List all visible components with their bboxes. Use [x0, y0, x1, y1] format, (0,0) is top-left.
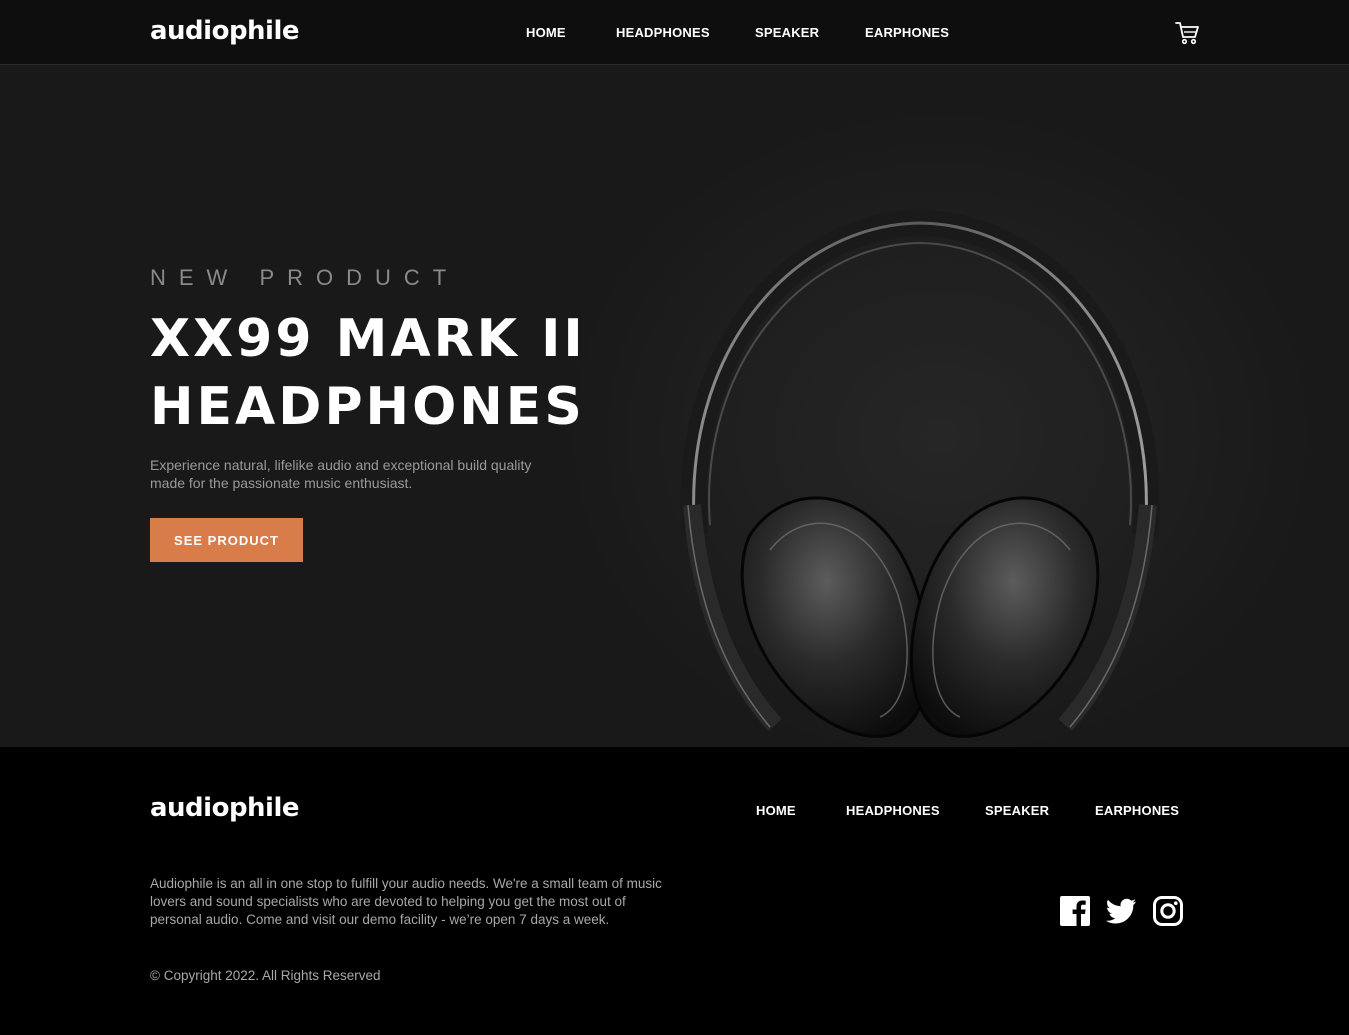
hero-description: Experience natural, lifelike audio and e…	[150, 457, 532, 491]
headphones-image	[680, 209, 1160, 738]
facebook-icon[interactable]	[1059, 895, 1091, 927]
instagram-icon[interactable]	[1152, 895, 1184, 927]
footer-nav-headphones[interactable]: HEADPHONES	[846, 804, 940, 817]
nav-home[interactable]: HOME	[526, 26, 566, 39]
see-product-button[interactable]: SEE PRODUCT	[150, 518, 303, 562]
footer-nav-home[interactable]: HOME	[756, 804, 796, 817]
hero-section: NEW PRODUCT XX99 MARK II HEADPHONES Expe…	[0, 65, 1349, 747]
footer-nav-speaker[interactable]: SPEAKER	[985, 804, 1049, 817]
nav-earphones[interactable]: EARPHONES	[865, 26, 949, 39]
footer-logo[interactable]: audiophile	[150, 795, 300, 821]
nav-headphones[interactable]: HEADPHONES	[616, 26, 710, 39]
footer-description: Audiophile is an all in one stop to fulf…	[150, 876, 662, 927]
hero-title: XX99 MARK II HEADPHONES	[150, 309, 586, 437]
footer-nav-earphones[interactable]: EARPHONES	[1095, 804, 1179, 817]
twitter-icon[interactable]	[1105, 895, 1137, 927]
hero-eyebrow: NEW PRODUCT	[150, 265, 460, 290]
site-footer: audiophile HOME HEADPHONES SPEAKER EARPH…	[0, 747, 1349, 1035]
copyright-text: © Copyright 2022. All Rights Reserved	[150, 968, 381, 983]
logo[interactable]: audiophile	[150, 18, 300, 44]
cart-icon[interactable]	[1174, 20, 1200, 46]
site-header: audiophile HOME HEADPHONES SPEAKER EARPH…	[0, 0, 1349, 65]
nav-speaker[interactable]: SPEAKER	[755, 26, 819, 39]
